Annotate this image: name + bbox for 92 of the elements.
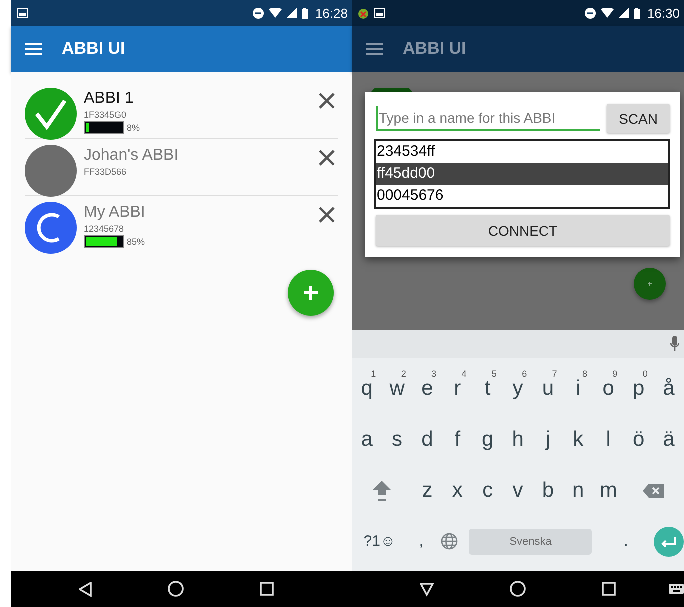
keyboard-key[interactable]: a [352, 420, 382, 460]
keyboard-key[interactable]: j [533, 420, 564, 460]
recents-icon[interactable] [602, 582, 616, 596]
do-not-disturb-icon [585, 8, 596, 18]
keyboard-key[interactable]: r 4 [442, 369, 473, 410]
keyboard-key[interactable]: w 2 [382, 369, 412, 410]
device-id: FF33D566 [84, 167, 128, 177]
close-icon [319, 93, 335, 109]
do-not-disturb-icon [253, 8, 264, 18]
keyboard-key[interactable]: o 9 [594, 369, 624, 410]
keyboard-key[interactable]: ä [654, 420, 684, 460]
device-name: Johan's ABBI [84, 147, 180, 165]
key-hint: 4 [462, 369, 467, 380]
keyboard-key[interactable]: p 0 [624, 369, 654, 410]
microphone-icon[interactable] [670, 336, 680, 352]
key-hint: 5 [492, 369, 497, 380]
keyboard-key[interactable]: e 3 [412, 369, 443, 410]
signal-icon [287, 8, 298, 18]
plus-icon [648, 282, 652, 286]
key-hint: 1 [371, 369, 376, 380]
keyboard-key[interactable]: s [382, 420, 412, 460]
image-icon [374, 8, 385, 18]
home-icon[interactable] [168, 581, 184, 597]
key-hint: 0 [642, 369, 648, 380]
key-hint: 2 [401, 369, 406, 380]
device-option[interactable]: ff45dd00 [376, 163, 668, 185]
keyboard-key[interactable]: . [598, 522, 654, 562]
keyboard-icon[interactable] [669, 584, 684, 594]
battery-reading: 85% [127, 236, 146, 246]
key-hint: 8 [582, 369, 588, 380]
device-name: ABBI 1 [84, 90, 135, 108]
keyboard-key[interactable]: ö [624, 420, 654, 460]
back-icon[interactable] [420, 582, 434, 596]
keyboard-key[interactable]: d [412, 420, 443, 460]
plus-icon [304, 286, 318, 300]
keyboard-key[interactable]: q 1 [352, 369, 382, 410]
close-icon [319, 207, 335, 223]
device-name: My ABBI [84, 204, 146, 222]
wifi-icon [601, 8, 614, 18]
keyboard-key[interactable]: n [563, 470, 594, 511]
android-icon [358, 8, 369, 18]
key-hint: 9 [612, 369, 618, 380]
keyboard-key[interactable]: b [533, 470, 564, 511]
battery-reading: 8% [127, 122, 140, 132]
back-icon[interactable] [78, 582, 93, 596]
keyboard-key[interactable]: y 6 [502, 369, 534, 410]
keyboard-key[interactable]: ?1☺ [352, 522, 408, 562]
keyboard-key[interactable]: u 7 [533, 369, 564, 410]
check-avatar-icon [25, 88, 77, 140]
signal-icon [619, 8, 630, 18]
keyboard-key[interactable]: h [502, 420, 534, 460]
space-key[interactable]: Svenska [469, 528, 592, 555]
keyboard-key[interactable]: g [472, 420, 503, 460]
keyboard-key[interactable]: z [412, 470, 443, 511]
menu-icon[interactable] [366, 43, 383, 55]
keyboard-key[interactable]: , [408, 522, 436, 562]
globe-icon [440, 533, 458, 550]
app-title: ABBI UI [62, 39, 126, 59]
scan-button[interactable]: SCAN [607, 104, 670, 133]
device-id: 1F3345G0 [84, 110, 128, 120]
add-button[interactable] [288, 270, 334, 316]
recents-icon[interactable] [260, 582, 274, 596]
keyboard-key[interactable]: v [502, 470, 534, 511]
spinner-avatar-icon [25, 202, 77, 254]
close-icon [319, 150, 335, 166]
battery-icon [302, 8, 308, 18]
device-id: 12345678 [84, 224, 126, 234]
backspace-icon [643, 484, 664, 498]
image-icon [17, 8, 28, 18]
keyboard-key[interactable]: å [654, 369, 684, 410]
keyboard-key[interactable]: l [594, 420, 624, 460]
keyboard-key[interactable]: m [593, 470, 624, 511]
connect-button[interactable]: CONNECT [376, 215, 670, 246]
shift-icon [372, 480, 392, 502]
home-icon[interactable] [510, 581, 526, 597]
key-hint: 6 [522, 369, 528, 380]
menu-icon[interactable] [25, 43, 42, 55]
key-hint: 7 [552, 369, 558, 380]
keyboard-key[interactable]: c [472, 470, 503, 511]
key-hint: 3 [432, 369, 437, 380]
status-time: 16:30 [647, 6, 680, 20]
app-title: ABBI UI [403, 39, 466, 59]
battery-icon [634, 8, 640, 18]
name-input[interactable]: Type in a name for this ABBI [376, 106, 600, 131]
keyboard-key[interactable]: t 5 [472, 369, 503, 410]
enter-icon [654, 526, 684, 557]
wifi-icon [269, 8, 282, 18]
keyboard-key[interactable]: x [442, 470, 473, 511]
keyboard-key[interactable]: i 8 [563, 369, 594, 410]
status-time: 16:28 [315, 6, 348, 20]
keyboard-key[interactable]: k [563, 420, 594, 460]
keyboard-key[interactable]: f [442, 420, 473, 460]
